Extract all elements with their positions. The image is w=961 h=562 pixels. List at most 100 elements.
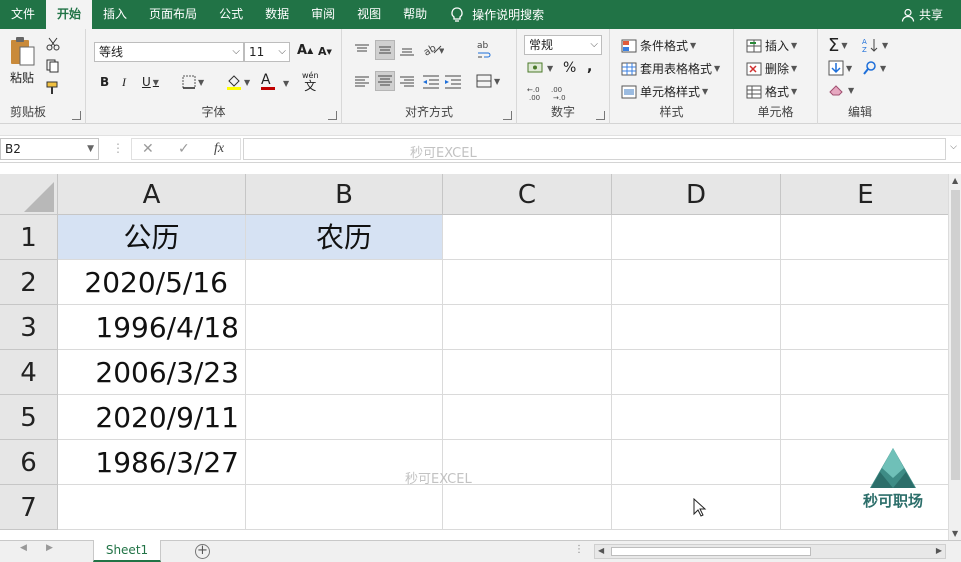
prev-sheet-icon[interactable]: ◀ [20, 543, 27, 553]
select-all-corner[interactable] [0, 174, 58, 215]
cell-e2[interactable] [781, 260, 948, 305]
cell-d6[interactable] [612, 440, 781, 485]
cell-b2[interactable] [246, 260, 443, 305]
scroll-right-icon[interactable]: ▶ [936, 546, 942, 555]
copy-icon[interactable] [46, 59, 62, 73]
horizontal-scroll-thumb[interactable] [611, 547, 811, 556]
column-header-e[interactable]: E [781, 174, 948, 215]
shrink-font-button[interactable]: A ▼ [318, 45, 332, 58]
column-header-d[interactable]: D [612, 174, 781, 215]
format-cells-button[interactable]: 格式 ▼ [746, 83, 797, 100]
sheet-tab-sheet1[interactable]: Sheet1 [93, 540, 161, 562]
row-header-4[interactable]: 4 [0, 350, 58, 395]
cell-a1[interactable]: 公历 [58, 215, 246, 260]
clear-button[interactable]: ▼ [828, 83, 854, 97]
row-header-7[interactable]: 7 [0, 485, 58, 530]
cell-a2[interactable]: 2020/5/16 [58, 260, 246, 305]
column-header-b[interactable]: B [246, 174, 443, 215]
tab-review[interactable]: 审阅 [300, 0, 346, 29]
fill-color-button[interactable]: ▼ [226, 73, 250, 91]
cell-c7[interactable] [443, 485, 612, 530]
row-header-3[interactable]: 3 [0, 305, 58, 350]
format-painter-icon[interactable] [46, 81, 62, 95]
tab-formulas[interactable]: 公式 [208, 0, 254, 29]
merge-center-button[interactable]: ▼ [476, 73, 500, 89]
sort-filter-button[interactable]: A Z ▼ [862, 37, 888, 53]
cell-e5[interactable] [781, 395, 948, 440]
tab-insert[interactable]: 插入 [92, 0, 138, 29]
cell-b1[interactable]: 农历 [246, 215, 443, 260]
cell-b3[interactable] [246, 305, 443, 350]
column-header-c[interactable]: C [443, 174, 612, 215]
vertical-scrollbar[interactable]: ▲ ▼ [948, 174, 961, 540]
cell-d1[interactable] [612, 215, 781, 260]
scroll-left-icon[interactable]: ◀ [598, 546, 604, 555]
cell-d4[interactable] [612, 350, 781, 395]
fill-button[interactable]: ▼ [828, 60, 852, 76]
font-size-dropdown[interactable]: 11 ⌵ [244, 42, 290, 62]
cell-c2[interactable] [443, 260, 612, 305]
italic-button[interactable]: I [122, 75, 126, 90]
number-launcher-icon[interactable] [596, 111, 605, 120]
scroll-down-icon[interactable]: ▼ [952, 529, 958, 538]
delete-cells-button[interactable]: 删除 ▼ [746, 60, 797, 77]
align-right-icon[interactable] [399, 75, 415, 89]
horizontal-scrollbar[interactable]: ◀ ▶ [594, 544, 946, 559]
find-select-button[interactable]: ▼ [862, 60, 886, 76]
cell-e4[interactable] [781, 350, 948, 395]
alignment-launcher-icon[interactable] [503, 111, 512, 120]
insert-function-icon[interactable]: fx [214, 141, 224, 157]
vertical-scroll-thumb[interactable] [951, 190, 960, 480]
font-launcher-icon[interactable] [328, 111, 337, 120]
enter-icon[interactable]: ✓ [178, 141, 190, 157]
scroll-up-icon[interactable]: ▲ [952, 176, 958, 185]
cell-a4[interactable]: 2006/3/23 [58, 350, 246, 395]
align-center-button[interactable] [375, 71, 395, 91]
cell-e3[interactable] [781, 305, 948, 350]
share-button[interactable]: 共享 [901, 0, 943, 29]
cell-c1[interactable] [443, 215, 612, 260]
cell-d5[interactable] [612, 395, 781, 440]
clipboard-launcher-icon[interactable] [72, 111, 81, 120]
cell-e1[interactable] [781, 215, 948, 260]
cell-d3[interactable] [612, 305, 781, 350]
add-sheet-button[interactable]: + [195, 544, 210, 559]
borders-button[interactable]: ▼ [182, 75, 204, 89]
bold-button[interactable]: B [100, 75, 109, 89]
tab-view[interactable]: 视图 [346, 0, 392, 29]
underline-button[interactable]: U ▼ [142, 75, 159, 89]
align-middle-button[interactable] [375, 40, 395, 60]
increase-decimal-icon[interactable]: ←.0.00 [527, 85, 547, 101]
decrease-decimal-icon[interactable]: .00→.0 [551, 85, 571, 101]
grow-font-button[interactable]: A ▲ [297, 43, 313, 58]
decrease-indent-icon[interactable] [422, 74, 440, 90]
align-left-icon[interactable] [354, 75, 370, 89]
row-header-1[interactable]: 1 [0, 215, 58, 260]
cell-b7[interactable] [246, 485, 443, 530]
paste-button[interactable]: 粘贴 [8, 35, 36, 86]
expand-formula-icon[interactable]: ⌵ [950, 142, 957, 152]
tab-page-layout[interactable]: 页面布局 [138, 0, 208, 29]
cell-a7[interactable] [58, 485, 246, 530]
cell-d2[interactable] [612, 260, 781, 305]
next-sheet-icon[interactable]: ▶ [46, 543, 53, 553]
tab-file[interactable]: 文件 [0, 0, 46, 29]
cell-c4[interactable] [443, 350, 612, 395]
number-format-dropdown[interactable]: 常规 ⌵ [524, 35, 602, 55]
orientation-icon[interactable]: ab ▼ [422, 41, 444, 57]
autosum-button[interactable]: Σ ▼ [828, 35, 848, 56]
cell-a6[interactable]: 1986/3/27 [58, 440, 246, 485]
wrap-text-icon[interactable]: ab [476, 39, 492, 61]
percent-button[interactable]: % [563, 60, 576, 76]
format-as-table-button[interactable]: 套用表格格式 ▼ [621, 60, 720, 77]
row-header-2[interactable]: 2 [0, 260, 58, 305]
align-top-icon[interactable] [354, 43, 370, 57]
increase-indent-icon[interactable] [444, 74, 462, 90]
phonetic-button[interactable]: wén 文 [302, 71, 319, 92]
insert-cells-button[interactable]: 插入 ▼ [746, 37, 797, 54]
cut-icon[interactable] [46, 37, 60, 51]
tab-data[interactable]: 数据 [254, 0, 300, 29]
conditional-formatting-button[interactable]: 条件格式 ▼ [621, 37, 696, 54]
cell-b4[interactable] [246, 350, 443, 395]
cell-styles-button[interactable]: 单元格样式 ▼ [621, 83, 708, 100]
